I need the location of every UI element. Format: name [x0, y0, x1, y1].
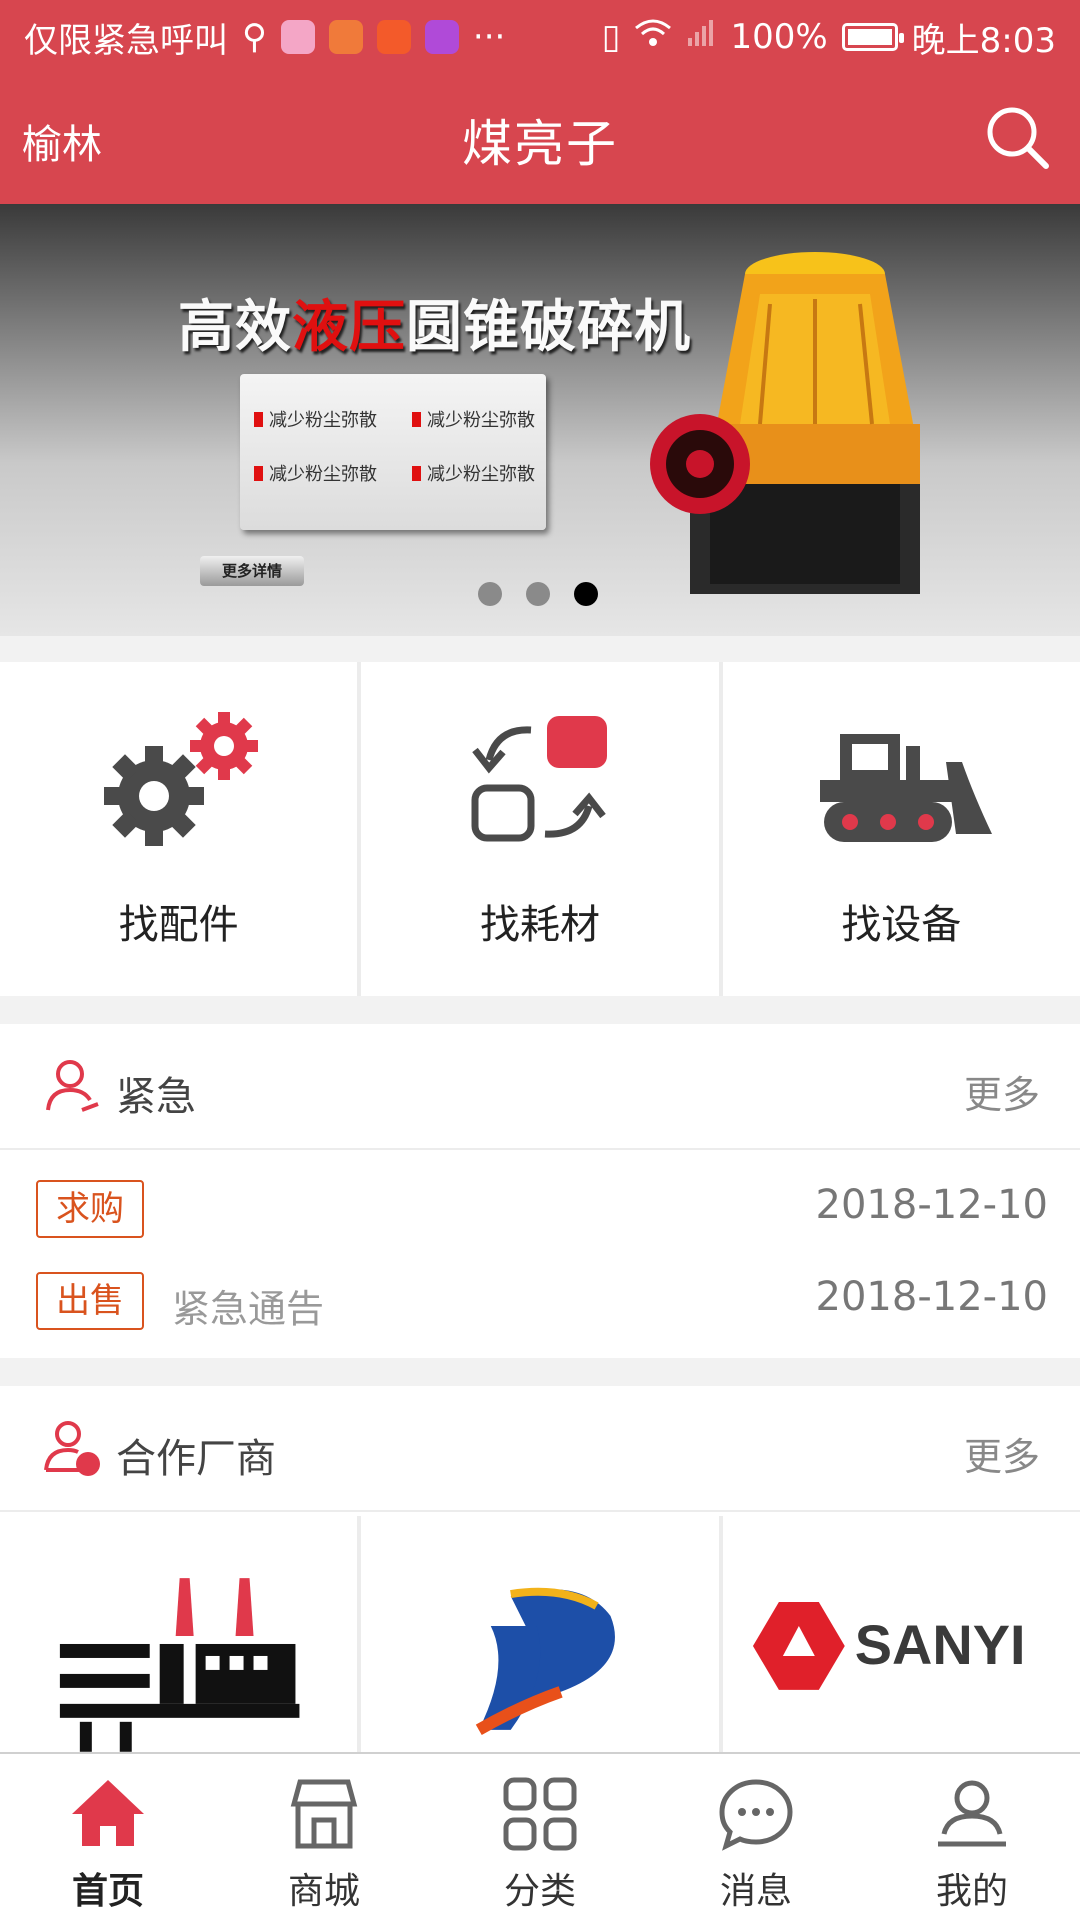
more-notifications: ···	[472, 17, 506, 57]
banner-headline: 高效液压圆锥破碎机	[178, 295, 691, 360]
carousel-dot-active[interactable]	[574, 582, 598, 606]
partner-d-brand[interactable]	[361, 1516, 719, 1752]
search-icon[interactable]	[982, 102, 1054, 174]
notice-tag: 求购	[36, 1180, 144, 1238]
carrier-text: 仅限紧急呼叫	[24, 20, 228, 61]
clock: 晚上8:03	[911, 20, 1056, 61]
category-find-parts[interactable]: 找配件	[0, 662, 358, 996]
signal-icon	[686, 17, 716, 57]
app-notification-icon	[280, 20, 315, 54]
tab-home[interactable]: 首页	[0, 1754, 216, 1920]
app-title: 煤亮子	[462, 115, 618, 173]
bottom-tab-bar: 首页 商城 分类 消息 我的	[0, 1752, 1080, 1920]
partners-section: 合作厂商 更多 SANYI	[0, 1386, 1080, 1752]
urgent-title: 紧急	[116, 1074, 196, 1120]
feature-item: 减少粉尘弥散	[412, 406, 535, 432]
tab-label: 我的	[935, 1871, 1008, 1912]
category-find-equipment[interactable]: 找设备	[722, 662, 1080, 996]
feature-item: 减少粉尘弥散	[254, 460, 377, 486]
tab-label: 商城	[287, 1871, 360, 1912]
banner-carousel[interactable]: 高效液压圆锥破碎机 减少粉尘弥散 减少粉尘弥散 减少粉尘弥散 减少粉尘弥散 更多…	[0, 204, 1080, 636]
tab-profile[interactable]: 我的	[864, 1754, 1080, 1920]
partners-header: 合作厂商 更多	[0, 1386, 1080, 1512]
category-label: 找配件	[118, 902, 239, 948]
tab-label: 首页	[71, 1871, 144, 1912]
d-swoosh-logo	[476, 1587, 616, 1736]
notice-date: 2018-12-10	[815, 1182, 1048, 1228]
partners-more-link[interactable]: 更多	[964, 1426, 1040, 1481]
partner-factory[interactable]	[0, 1516, 358, 1752]
svg-text:SANYI: SANYI	[854, 1613, 1025, 1676]
shop-icon	[290, 1779, 358, 1849]
category-find-consumables[interactable]: 找耗材	[361, 662, 719, 996]
carousel-dot[interactable]	[526, 582, 550, 606]
partner-sanyi[interactable]: SANYI	[722, 1516, 1080, 1752]
tab-category[interactable]: 分类	[432, 1754, 648, 1920]
urgent-header: 紧急 更多	[0, 1024, 1080, 1150]
category-grid: 找配件 找耗材 找设备	[0, 662, 1080, 996]
factory-logo	[59, 1578, 300, 1752]
status-bar: 仅限紧急呼叫 ⚲ ··· ▯ 100% 晚上8:03	[0, 0, 1080, 74]
notice-tag: 出售	[36, 1272, 144, 1330]
supplier-icon	[44, 1421, 100, 1476]
sanyi-logo: SANYI	[752, 1602, 1025, 1690]
bulldozer-icon	[820, 734, 993, 842]
home-icon	[72, 1780, 144, 1846]
notice-row[interactable]: 出售 紧急通告 2018-12-10	[0, 1254, 1080, 1346]
notice-date: 2018-12-10	[815, 1274, 1048, 1320]
feature-item: 减少粉尘弥散	[254, 406, 377, 432]
partner-logos: SANYI	[0, 1516, 1080, 1752]
tab-messages[interactable]: 消息	[648, 1754, 864, 1920]
battery-percent: 100%	[730, 17, 828, 57]
app-notification-icon	[376, 20, 411, 54]
notice-row[interactable]: 求购 2018-12-10	[0, 1162, 1080, 1254]
urgent-section: 紧急 更多 求购 2018-12-10 出售 紧急通告 2018-12-10	[0, 1024, 1080, 1358]
app-notification-icon	[328, 20, 363, 54]
vibrate-icon: ▯	[601, 17, 621, 57]
tab-label: 分类	[503, 1871, 576, 1912]
carousel-indicator	[478, 582, 598, 606]
notice-text: 紧急通告	[172, 1287, 325, 1331]
gears-icon	[103, 712, 258, 846]
category-label: 找耗材	[479, 902, 600, 948]
message-icon	[719, 1779, 793, 1851]
grid-icon	[503, 1777, 577, 1851]
app-notification-icon	[424, 20, 459, 54]
user-urgent-icon	[46, 1060, 99, 1112]
carousel-dot[interactable]	[478, 582, 502, 606]
wifi-icon	[634, 17, 672, 57]
urgent-more-link[interactable]: 更多	[964, 1064, 1040, 1119]
cone-crusher-image	[650, 252, 920, 594]
category-label: 找设备	[841, 902, 962, 948]
tab-label: 消息	[719, 1871, 792, 1912]
banner-more-button[interactable]: 更多详情	[200, 556, 304, 586]
app-bar: 榆林 煤亮子	[0, 74, 1080, 204]
feature-item: 减少粉尘弥散	[412, 460, 535, 486]
battery-icon	[841, 23, 904, 51]
usb-icon: ⚲	[242, 17, 267, 57]
profile-icon	[938, 1780, 1006, 1847]
exchange-icon	[471, 716, 607, 842]
tab-shop[interactable]: 商城	[216, 1754, 432, 1920]
partners-title: 合作厂商	[116, 1436, 276, 1482]
feature-card: 减少粉尘弥散 减少粉尘弥散 减少粉尘弥散 减少粉尘弥散	[240, 374, 546, 530]
